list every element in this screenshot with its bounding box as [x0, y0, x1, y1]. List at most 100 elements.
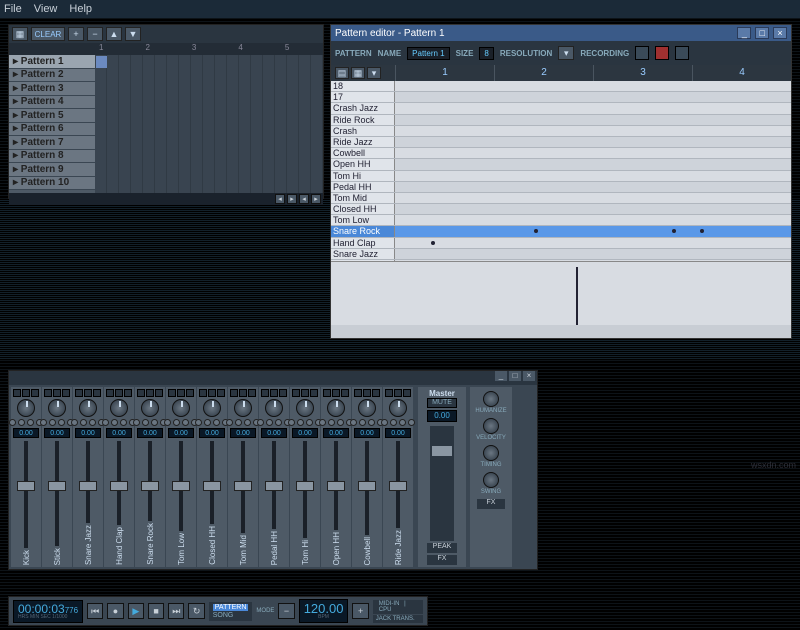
- fx1-send-knob[interactable]: [102, 419, 109, 426]
- instrument-row[interactable]: 17: [331, 92, 791, 103]
- instrument-name[interactable]: Tom Hi: [331, 171, 395, 181]
- pan-knob[interactable]: [203, 399, 221, 417]
- mute-button[interactable]: [270, 389, 278, 397]
- instrument-row[interactable]: Crash: [331, 126, 791, 137]
- record-button[interactable]: [655, 46, 669, 60]
- fx2-send-knob[interactable]: [18, 419, 25, 426]
- mute-button[interactable]: [301, 389, 309, 397]
- resolution-dropdown[interactable]: ▾: [558, 46, 574, 60]
- play-sample-button[interactable]: [354, 389, 362, 397]
- note-cells[interactable]: [395, 115, 791, 125]
- pattern-list-item[interactable]: ▸ Pattern 6: [9, 123, 95, 137]
- forward-button[interactable]: ⏭: [168, 603, 184, 619]
- mode-selector[interactable]: PATTERN SONG: [209, 602, 253, 621]
- fx3-send-knob[interactable]: [368, 419, 375, 426]
- fx1-send-knob[interactable]: [381, 419, 388, 426]
- mute-button[interactable]: [363, 389, 371, 397]
- fx1-send-knob[interactable]: [164, 419, 171, 426]
- instrument-rows[interactable]: 1817Crash Jazz Ride RockCrashRide JazzCow…: [331, 81, 791, 261]
- volume-fader[interactable]: [104, 441, 134, 525]
- instrument-name[interactable]: Tom Low: [331, 215, 395, 225]
- rec-button[interactable]: ●: [107, 603, 123, 619]
- play-sample-button[interactable]: [323, 389, 331, 397]
- play-sample-button[interactable]: [292, 389, 300, 397]
- menu-view[interactable]: View: [34, 3, 58, 15]
- instrument-name[interactable]: Tom Mid: [331, 193, 395, 203]
- instrument-name[interactable]: Crash: [331, 126, 395, 136]
- fx3-send-knob[interactable]: [337, 419, 344, 426]
- solo-button[interactable]: [31, 389, 39, 397]
- volume-fader[interactable]: [228, 441, 258, 533]
- instrument-row[interactable]: 18: [331, 81, 791, 92]
- note-cells[interactable]: [395, 215, 791, 225]
- scroll-right-icon[interactable]: ▸: [287, 194, 297, 204]
- solo-button[interactable]: [124, 389, 132, 397]
- fx1-send-knob[interactable]: [9, 419, 16, 426]
- solo-button[interactable]: [403, 389, 411, 397]
- instrument-row[interactable]: Cowbell: [331, 148, 791, 159]
- pattern-list-item[interactable]: ▸ Pattern 4: [9, 96, 95, 110]
- note-cells[interactable]: [395, 137, 791, 147]
- pan-knob[interactable]: [265, 399, 283, 417]
- velocity-knob[interactable]: [483, 418, 499, 434]
- bpm-up-button[interactable]: +: [352, 603, 368, 619]
- mute-button[interactable]: [22, 389, 30, 397]
- note-dot[interactable]: [534, 229, 538, 233]
- solo-button[interactable]: [62, 389, 70, 397]
- pan-knob[interactable]: [141, 399, 159, 417]
- fx1-send-knob[interactable]: [257, 419, 264, 426]
- loop-button[interactable]: ↻: [188, 603, 204, 619]
- mute-button[interactable]: [84, 389, 92, 397]
- fx3-send-knob[interactable]: [306, 419, 313, 426]
- song-down-button[interactable]: ▼: [125, 27, 141, 41]
- instrument-name[interactable]: Closed HH: [331, 204, 395, 214]
- instrument-row[interactable]: Snare Rock: [331, 226, 791, 237]
- instrument-name[interactable]: Crash Jazz: [331, 103, 395, 113]
- instrument-row[interactable]: Ride Jazz: [331, 137, 791, 148]
- play-sample-button[interactable]: [13, 389, 21, 397]
- instrument-row[interactable]: Ride Rock: [331, 115, 791, 126]
- fx2-send-knob[interactable]: [204, 419, 211, 426]
- play-sample-button[interactable]: [168, 389, 176, 397]
- fx1-send-knob[interactable]: [350, 419, 357, 426]
- solo-button[interactable]: [186, 389, 194, 397]
- mixer-titlebar[interactable]: _ □ ×: [9, 371, 537, 385]
- song-grid[interactable]: [95, 55, 323, 193]
- note-dot[interactable]: [700, 229, 704, 233]
- pan-knob[interactable]: [234, 399, 252, 417]
- pattern-list-item[interactable]: ▸ Pattern 5: [9, 109, 95, 123]
- pattern-list-item[interactable]: ▸ Pattern 1: [9, 55, 95, 69]
- pattern-list-item[interactable]: ▸ Pattern 8: [9, 150, 95, 164]
- fx2-send-knob[interactable]: [142, 419, 149, 426]
- pattern-list-item[interactable]: ▸ Pattern 9: [9, 163, 95, 177]
- fx1-send-knob[interactable]: [319, 419, 326, 426]
- fx2-send-knob[interactable]: [266, 419, 273, 426]
- solo-button[interactable]: [341, 389, 349, 397]
- pattern-list-item[interactable]: ▸ Pattern 7: [9, 136, 95, 150]
- volume-fader[interactable]: [73, 441, 103, 523]
- humanize-knob[interactable]: [483, 391, 499, 407]
- fx2-send-knob[interactable]: [328, 419, 335, 426]
- scroll-left2-icon[interactable]: ◂: [299, 194, 309, 204]
- fx-button[interactable]: FX: [427, 555, 457, 565]
- note-cells[interactable]: [395, 159, 791, 169]
- play-button[interactable]: ▶: [128, 603, 144, 619]
- song-del-button[interactable]: −: [87, 27, 103, 41]
- hear-notes-button[interactable]: [635, 46, 649, 60]
- song-up-button[interactable]: ▲: [106, 27, 122, 41]
- fx1-send-knob[interactable]: [133, 419, 140, 426]
- song-hscroll[interactable]: ◂ ▸ ◂ ▸: [9, 193, 323, 205]
- pattern-list-item[interactable]: ▸ Pattern 2: [9, 69, 95, 83]
- pattern-list-item[interactable]: ▸ Pattern 3: [9, 82, 95, 96]
- volume-fader[interactable]: [290, 441, 320, 538]
- pan-knob[interactable]: [389, 399, 407, 417]
- maximize-icon[interactable]: □: [509, 371, 521, 381]
- fx3-send-knob[interactable]: [275, 419, 282, 426]
- bpm-display[interactable]: 120.00 BPM: [299, 599, 349, 623]
- play-sample-button[interactable]: [106, 389, 114, 397]
- volume-fader[interactable]: [259, 441, 289, 529]
- instrument-row[interactable]: Crash Jazz: [331, 103, 791, 114]
- view-mode-b-button[interactable]: ▦: [351, 67, 365, 79]
- minimize-icon[interactable]: _: [737, 27, 751, 39]
- solo-button[interactable]: [279, 389, 287, 397]
